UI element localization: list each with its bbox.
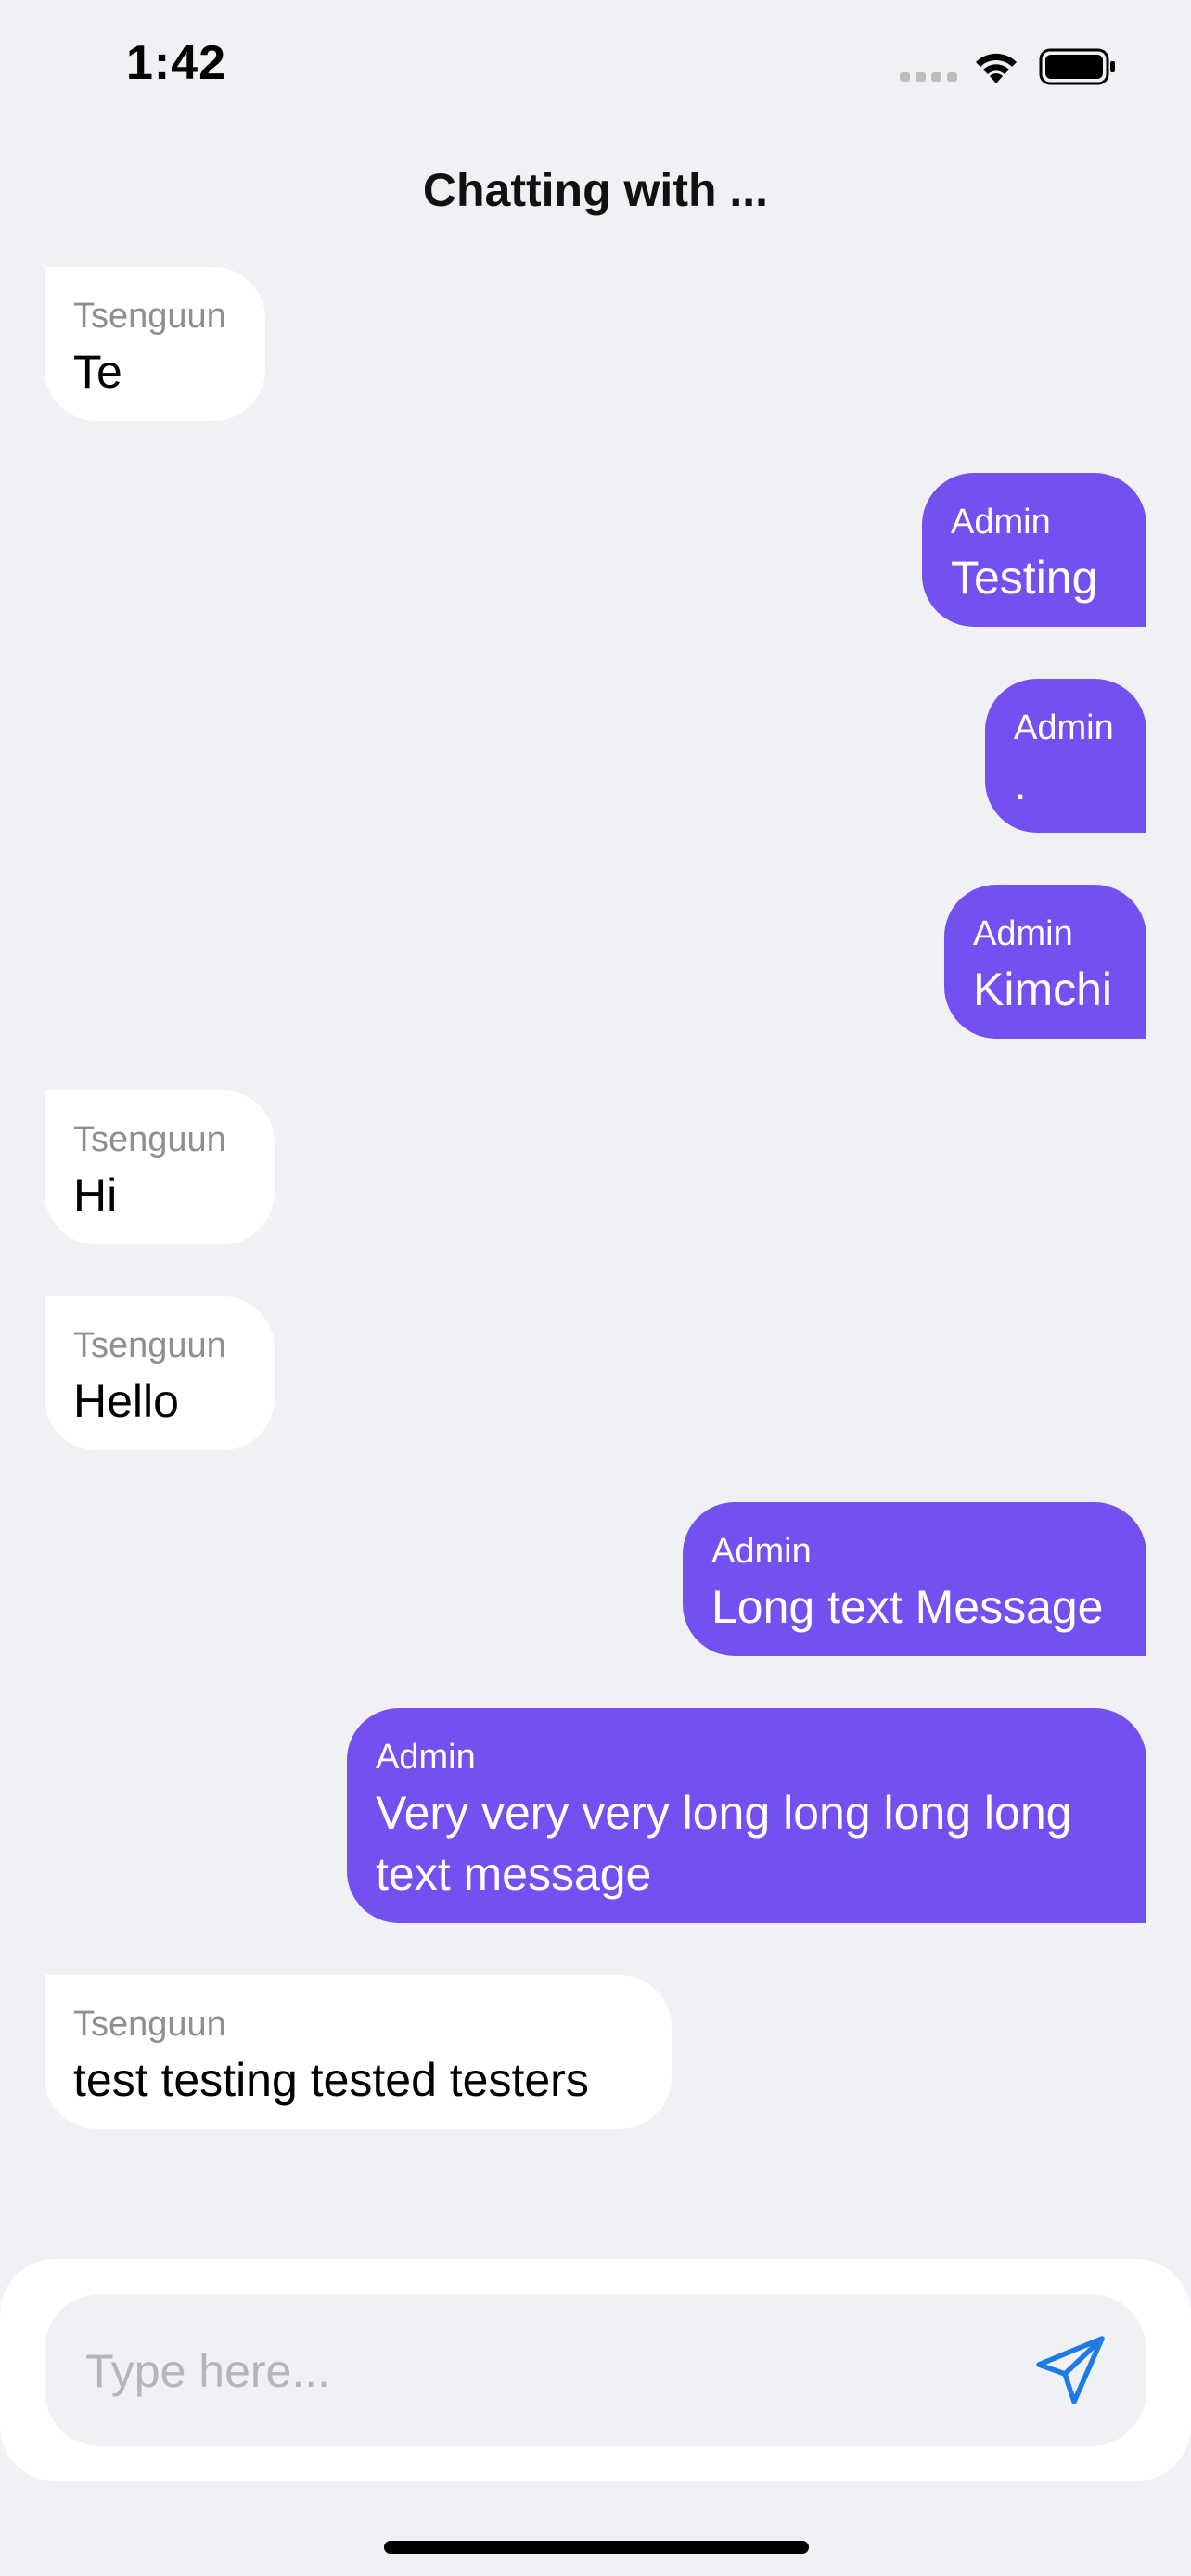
message-sender: Tsenguun (73, 297, 226, 336)
message-list[interactable]: Tsenguun Te Admin Testing Admin . Admin … (0, 0, 1191, 2225)
message-sender: Tsenguun (73, 2005, 226, 2044)
message-sender: Tsenguun (73, 1120, 226, 1159)
message-sender: Admin (951, 503, 1051, 542)
message-sender: Admin (973, 914, 1073, 953)
message-text: Kimchi (973, 963, 1113, 1015)
message-input[interactable] (83, 2294, 1015, 2448)
message-bubble: Tsenguun test testing tested testers (45, 1975, 672, 2129)
message-bubble: Admin Long text Message (683, 1502, 1146, 1656)
message-input-container[interactable] (45, 2294, 1146, 2448)
message-bubble: Admin . (985, 679, 1146, 833)
message-bubble: Tsenguun Te (45, 267, 265, 421)
message-bubble: Admin Very very very long long long long… (347, 1708, 1146, 1923)
message-text: Te (73, 346, 122, 398)
message-text: Testing (951, 552, 1098, 604)
message-sender: Admin (711, 1532, 812, 1571)
message-text: Very very very long long long long text … (376, 1787, 1072, 1900)
message-bubble: Admin Kimchi (944, 885, 1146, 1039)
message-bubble: Tsenguun Hi (45, 1090, 275, 1244)
message-sender: Admin (1014, 708, 1114, 747)
message-text: Long text Message (711, 1581, 1104, 1633)
home-indicator[interactable] (384, 2541, 809, 2554)
message-text: test testing tested testers (73, 2054, 589, 2106)
message-bubble: Tsenguun Hello (45, 1296, 275, 1450)
message-bubble: Admin Testing (922, 473, 1146, 627)
message-text: . (1014, 758, 1027, 810)
send-icon[interactable] (1031, 2331, 1109, 2409)
message-sender: Tsenguun (73, 1326, 226, 1365)
message-text: Hello (73, 1375, 179, 1427)
chat-screen: 1:42 Chatting with ... Tsenguun Te Admin… (0, 0, 1191, 2576)
message-composer (0, 2259, 1191, 2481)
message-text: Hi (73, 1169, 118, 1221)
message-sender: Admin (376, 1738, 476, 1777)
